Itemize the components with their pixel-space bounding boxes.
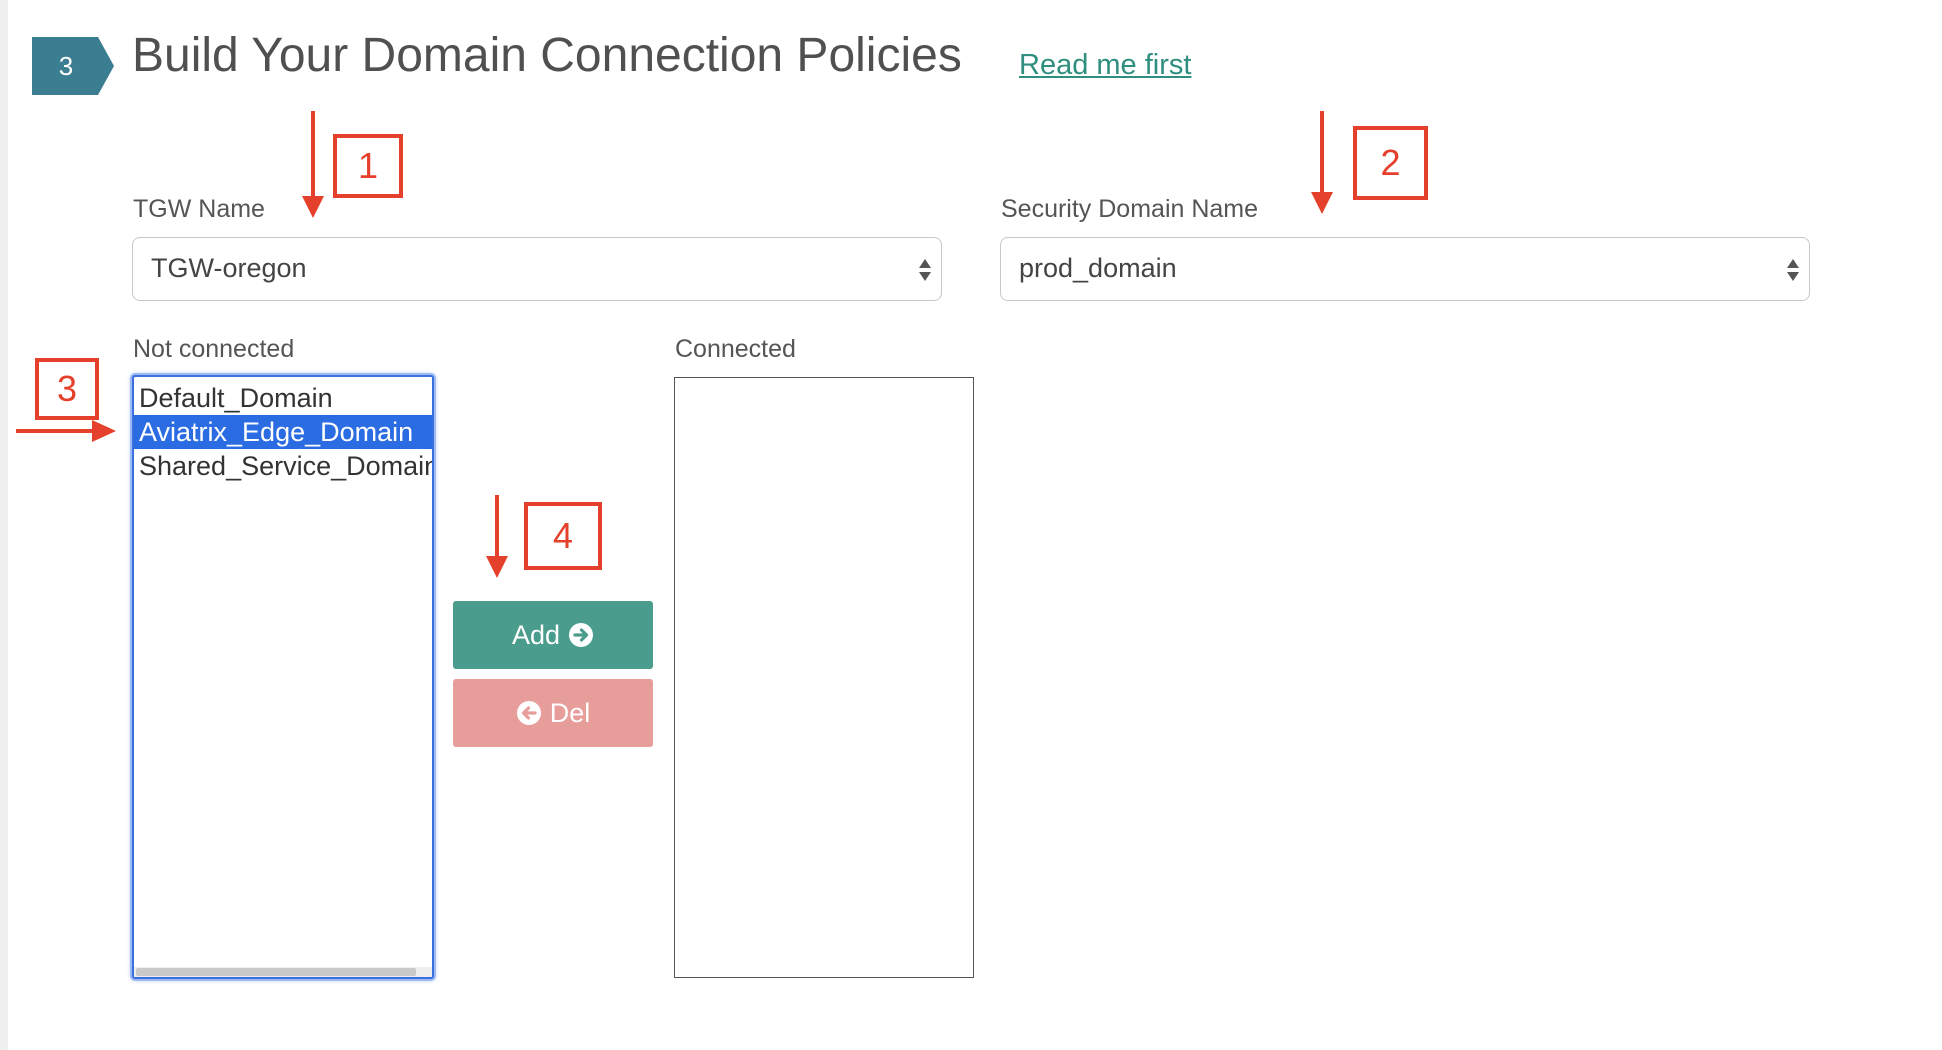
annotation-label-1: 1 [333, 134, 403, 198]
annotation-arrow-4-head [486, 556, 508, 578]
annotation-arrows [16, 111, 1333, 578]
annotation-label-2: 2 [1353, 126, 1428, 200]
annotation-arrow-2-head [1311, 192, 1333, 214]
annotation-label-3: 3 [35, 358, 99, 420]
annotation-arrow-3-head [92, 420, 116, 442]
annotation-arrow-1-head [302, 196, 324, 218]
annotation-label-4: 4 [524, 502, 602, 570]
